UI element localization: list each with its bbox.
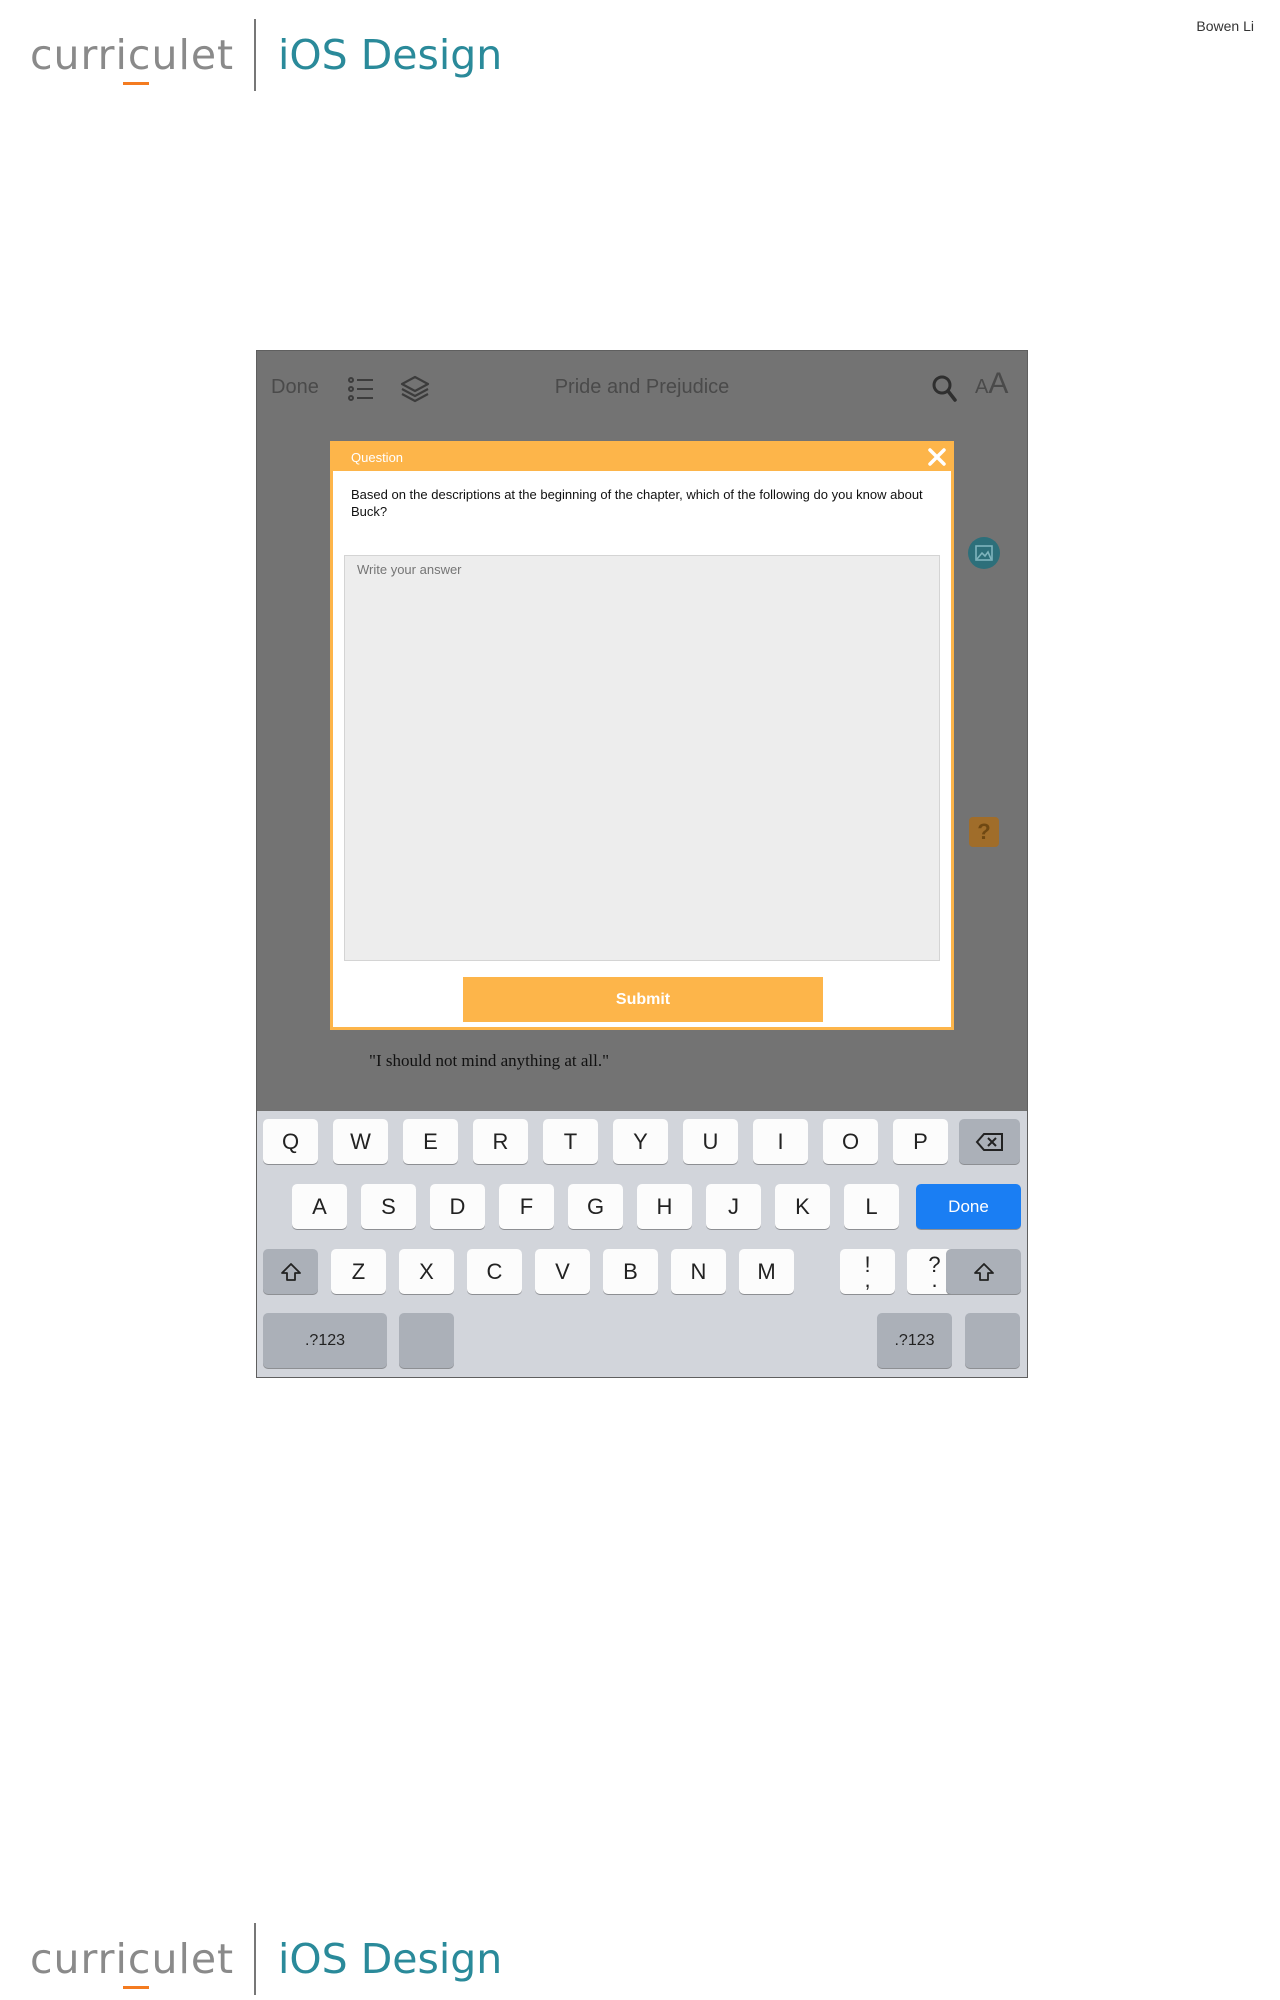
key-e[interactable]: E (403, 1119, 458, 1164)
header-branding: curriculet iOS Design (30, 18, 502, 92)
ios-keyboard: QWERTYUIOP ASDFGHJKL Done ZXCVBNM !, ?. (257, 1111, 1027, 1377)
footer-branding: curriculet iOS Design (30, 1922, 502, 1996)
key-n[interactable]: N (671, 1249, 726, 1294)
key-j[interactable]: J (706, 1184, 761, 1229)
key-w[interactable]: W (333, 1119, 388, 1164)
key-r[interactable]: R (473, 1119, 528, 1164)
search-icon[interactable] (931, 374, 957, 402)
key-f[interactable]: F (499, 1184, 554, 1229)
reader-navbar: Done Pride and Prejudice AA (257, 351, 1027, 427)
key-d[interactable]: D (430, 1184, 485, 1229)
key-u[interactable]: U (683, 1119, 738, 1164)
brand-divider (254, 19, 256, 91)
book-quote: "I should not mind anything at all." (369, 1051, 610, 1070)
shift-icon (973, 1262, 994, 1281)
key-y[interactable]: Y (613, 1119, 668, 1164)
key-secondary: , (864, 1266, 871, 1292)
submit-button[interactable]: Submit (463, 977, 823, 1022)
emoji-key[interactable] (399, 1313, 454, 1368)
key-secondary: . (931, 1266, 938, 1292)
curriculet-logo: curriculet (30, 31, 233, 85)
keyboard-done-button[interactable]: Done (916, 1184, 1021, 1229)
key-a[interactable]: A (292, 1184, 347, 1229)
key-m[interactable]: M (739, 1249, 794, 1294)
shift-icon (280, 1262, 301, 1281)
key-k[interactable]: K (775, 1184, 830, 1229)
key-o[interactable]: O (823, 1119, 878, 1164)
author-name: Bowen Li (1196, 18, 1254, 34)
question-text: Based on the descriptions at the beginni… (351, 487, 923, 519)
key-h[interactable]: H (637, 1184, 692, 1229)
key-p[interactable]: P (893, 1119, 948, 1164)
picture-icon (975, 545, 993, 561)
product-title: iOS Design (278, 1935, 503, 1983)
key-s[interactable]: S (361, 1184, 416, 1229)
key-b[interactable]: B (603, 1249, 658, 1294)
key-i[interactable]: I (753, 1119, 808, 1164)
exclamation-comma-key[interactable]: !, (840, 1249, 895, 1294)
key-l[interactable]: L (844, 1184, 899, 1229)
image-annotation-icon[interactable] (968, 537, 1000, 569)
shift-key-left[interactable] (263, 1249, 318, 1294)
space-bar[interactable] (465, 1313, 845, 1368)
modal-header: Question (333, 444, 951, 471)
font-size-icon[interactable]: AA (975, 367, 1008, 401)
key-v[interactable]: V (535, 1249, 590, 1294)
ipad-screen: Done Pride and Prejudice AA ? "I should … (256, 350, 1028, 1378)
brand-divider (254, 1923, 256, 1995)
question-modal: Question Based on the descriptions at th… (330, 441, 954, 1030)
key-z[interactable]: Z (331, 1249, 386, 1294)
answer-textarea[interactable] (344, 555, 940, 961)
backspace-icon (975, 1132, 1003, 1151)
key-t[interactable]: T (543, 1119, 598, 1164)
close-icon[interactable] (925, 445, 949, 469)
shift-key-right[interactable] (946, 1249, 1021, 1294)
key-q[interactable]: Q (263, 1119, 318, 1164)
hide-keyboard-key[interactable] (965, 1313, 1020, 1368)
numbers-key-left[interactable]: .?123 (263, 1313, 387, 1368)
key-x[interactable]: X (399, 1249, 454, 1294)
key-g[interactable]: G (568, 1184, 623, 1229)
product-title: iOS Design (278, 31, 503, 79)
key-c[interactable]: C (467, 1249, 522, 1294)
question-annotation-icon[interactable]: ? (969, 817, 999, 847)
curriculet-logo: curriculet (30, 1935, 233, 1989)
backspace-key[interactable] (959, 1119, 1020, 1164)
book-title: Pride and Prejudice (554, 376, 730, 398)
modal-title: Question (351, 450, 404, 465)
numbers-key-right[interactable]: .?123 (877, 1313, 952, 1368)
